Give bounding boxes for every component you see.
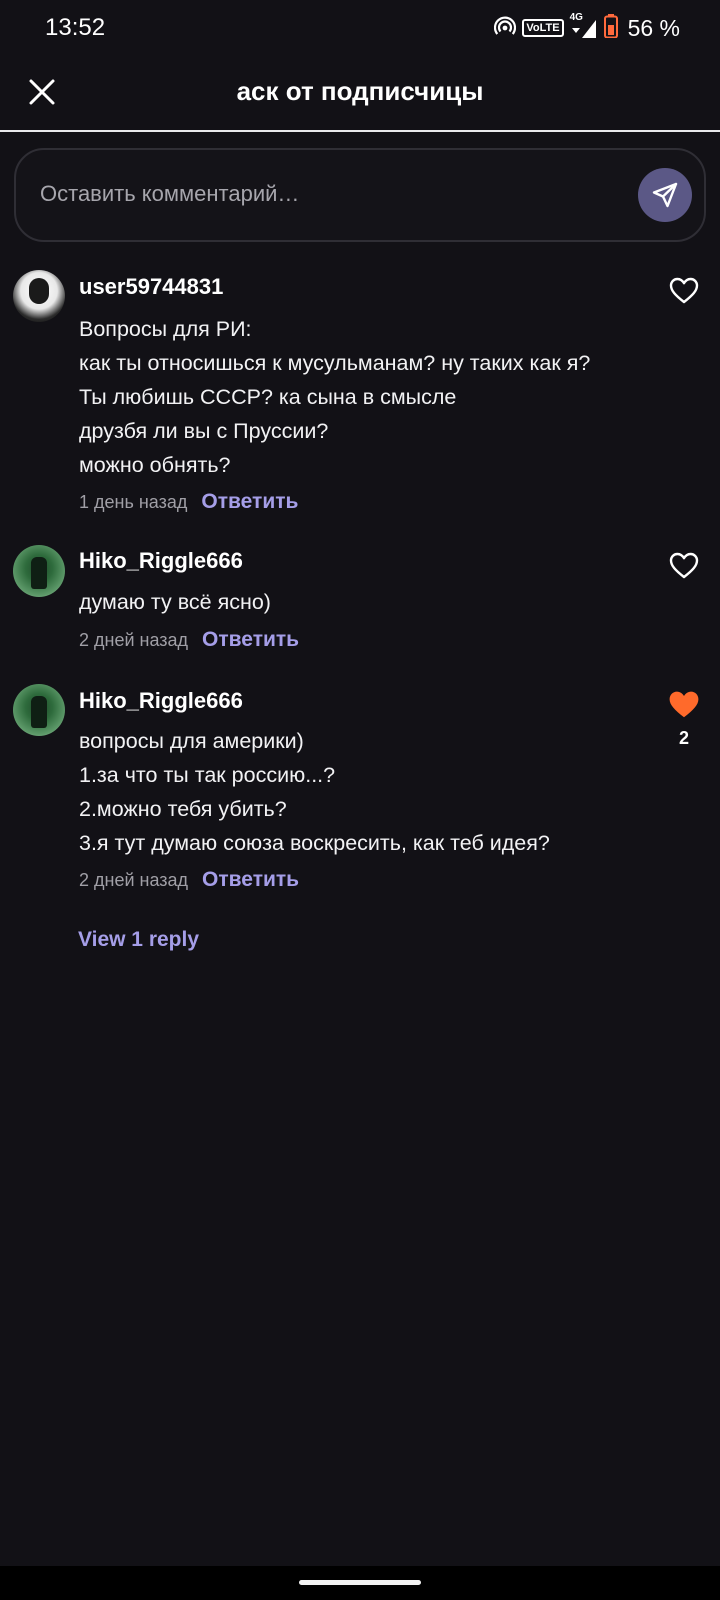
status-icons: VoLTE 4G 56 % — [494, 12, 680, 43]
comment-meta: 2 дней назад Ответить — [79, 628, 299, 652]
page-title: аск от подписчицы — [236, 76, 484, 106]
comment-input[interactable] — [40, 172, 600, 216]
comment-composer — [14, 148, 706, 242]
like-count: 2 — [678, 728, 689, 748]
comment-username[interactable]: Hiko_Riggle666 — [79, 548, 243, 574]
avatar[interactable] — [13, 684, 65, 736]
comment-line: можно обнять? — [79, 453, 231, 477]
battery-icon — [603, 13, 618, 43]
status-bar: 13:52 VoLTE 4G 56 % — [0, 0, 720, 56]
reply-button[interactable]: Ответить — [202, 628, 299, 652]
comment-line: 3.я тут думаю союза воскресить, как теб … — [79, 831, 550, 855]
volte-badge: VoLTE — [522, 19, 564, 37]
comment-line: Ты любишь СССР? ка сына в смысле — [79, 385, 457, 409]
avatar[interactable] — [13, 545, 65, 597]
comment-username[interactable]: Hiko_Riggle666 — [79, 688, 243, 714]
like-button[interactable] — [667, 274, 701, 308]
status-time: 13:52 — [45, 14, 106, 41]
home-gesture-handle[interactable] — [299, 1580, 421, 1585]
signal-icon: 4G — [570, 12, 598, 40]
comment-text: Вопросы для РИ: как ты относишься к мусу… — [79, 312, 590, 482]
comment-meta: 2 дней назад Ответить — [79, 868, 299, 892]
comment-text: думаю ту всё ясно) — [79, 585, 271, 619]
comment-line: вопросы для америки) — [79, 729, 304, 753]
send-icon — [652, 182, 678, 208]
header: аск от подписчицы — [0, 56, 720, 132]
comment-line: друзбя ли вы с Пруссии? — [79, 419, 329, 443]
comment-line: думаю ту всё ясно) — [79, 590, 271, 614]
hotspot-icon — [494, 15, 517, 42]
battery-percent: 56 % — [627, 14, 680, 41]
reply-button[interactable]: Ответить — [202, 868, 299, 892]
comment-meta: 1 день назад Ответить — [79, 490, 298, 514]
heart-filled-icon — [669, 691, 699, 718]
heart-outline-icon — [669, 277, 699, 304]
like-button[interactable] — [667, 549, 701, 583]
view-replies-button[interactable]: View 1 reply — [78, 928, 199, 952]
avatar[interactable] — [13, 270, 65, 322]
comment-line: 2.можно тебя убить? — [79, 797, 287, 821]
like-button[interactable] — [667, 688, 701, 722]
system-nav-bar — [0, 1566, 720, 1600]
comment-timestamp: 2 дней назад — [79, 630, 189, 650]
comment-line: 1.за что ты так россию...? — [79, 763, 336, 787]
comment-line: как ты относишься к мусульманам? ну таки… — [79, 351, 591, 375]
heart-outline-icon — [669, 552, 699, 579]
reply-button[interactable]: Ответить — [201, 490, 298, 514]
comment-timestamp: 2 дней назад — [79, 870, 189, 890]
comment-username[interactable]: user59744831 — [79, 274, 223, 300]
send-button[interactable] — [638, 168, 692, 222]
comment-line: Вопросы для РИ: — [79, 317, 252, 341]
comment-text: вопросы для америки) 1.за что ты так рос… — [79, 724, 550, 860]
comment-timestamp: 1 день назад — [79, 492, 188, 512]
